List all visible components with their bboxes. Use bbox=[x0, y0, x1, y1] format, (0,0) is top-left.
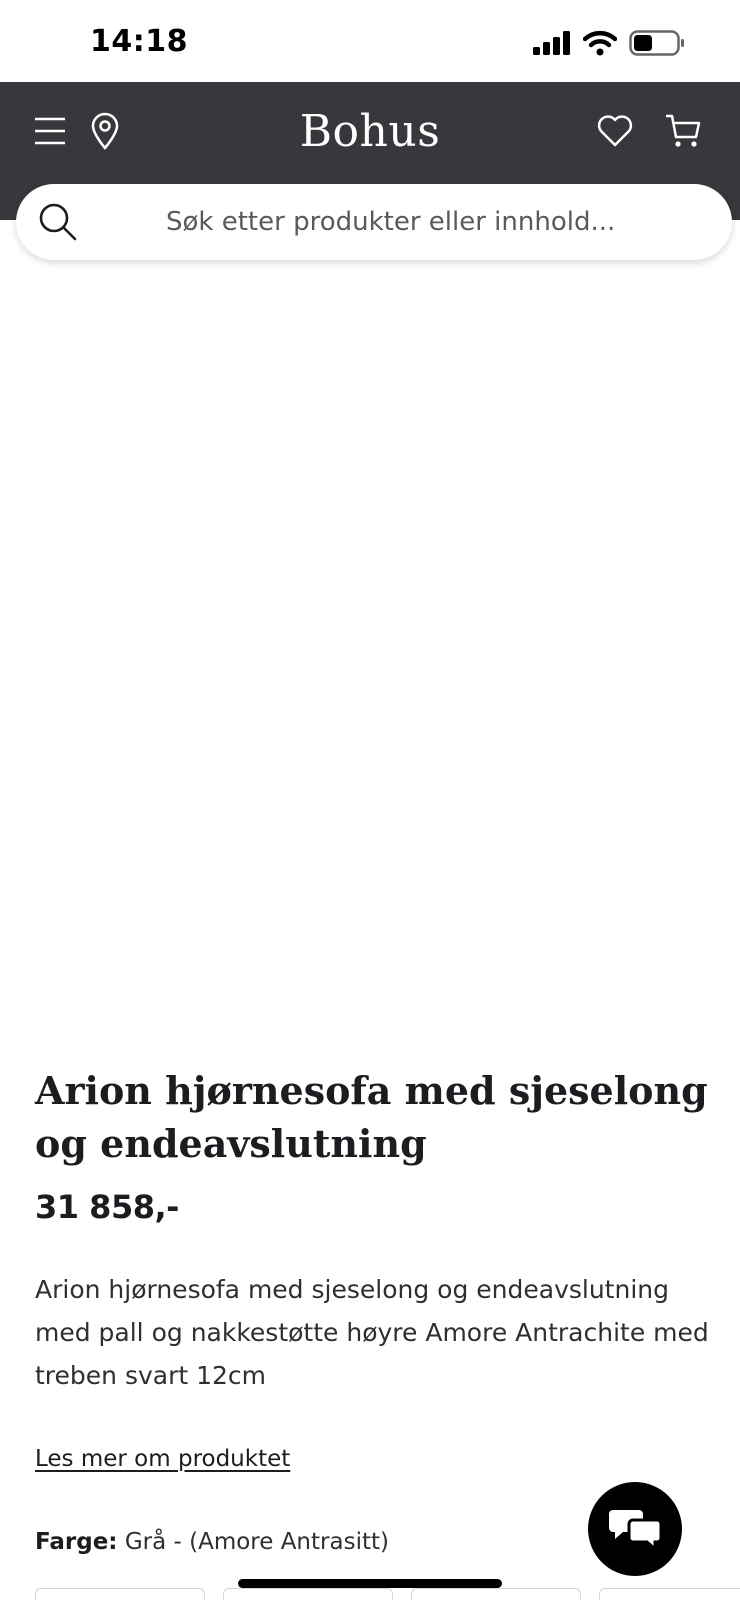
wifi-icon bbox=[582, 30, 618, 61]
product-image-gallery[interactable] bbox=[0, 220, 740, 1028]
color-selection: Farge: Grå - (Amore Antrasitt) bbox=[35, 1529, 389, 1555]
color-swatch[interactable] bbox=[35, 1588, 205, 1600]
heart-icon[interactable] bbox=[596, 114, 634, 148]
read-more-link[interactable]: Les mer om produktet bbox=[35, 1446, 290, 1472]
home-indicator bbox=[238, 1579, 502, 1588]
search-icon[interactable] bbox=[38, 202, 78, 247]
search-input[interactable] bbox=[166, 184, 706, 260]
search-bar[interactable] bbox=[16, 184, 732, 260]
product-price: 31 858,- bbox=[35, 1188, 179, 1226]
status-icons bbox=[533, 30, 685, 61]
product-image[interactable] bbox=[96, 520, 646, 725]
chat-button[interactable] bbox=[588, 1482, 682, 1576]
color-swatch[interactable] bbox=[411, 1588, 581, 1600]
signal-icon bbox=[533, 31, 571, 60]
zoom-in-icon[interactable] bbox=[664, 953, 700, 994]
color-swatches bbox=[35, 1588, 740, 1600]
status-time: 14:18 bbox=[90, 24, 188, 59]
color-swatch[interactable] bbox=[599, 1588, 740, 1600]
product-description: Arion hjørnesofa med sjeselong og endeav… bbox=[35, 1275, 709, 1390]
color-label: Farge: bbox=[35, 1529, 118, 1555]
color-swatch[interactable] bbox=[223, 1588, 393, 1600]
cart-icon[interactable] bbox=[664, 112, 702, 150]
color-value: Grå - (Amore Antrasitt) bbox=[124, 1529, 389, 1555]
product-title: Arion hjørnesofa med sjeselong og endeav… bbox=[35, 1068, 708, 1166]
chat-icon bbox=[607, 1504, 663, 1555]
status-bar: 14:18 bbox=[0, 0, 740, 82]
battery-icon bbox=[629, 30, 685, 61]
